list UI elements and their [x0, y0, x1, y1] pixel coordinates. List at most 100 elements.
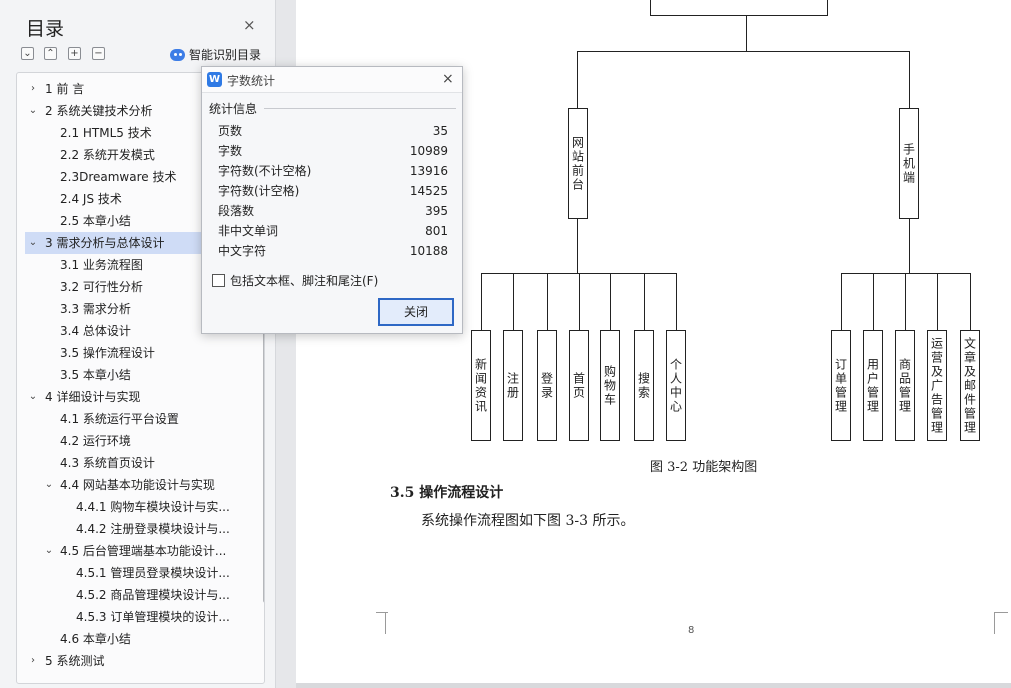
close-button[interactable]: 关闭 — [378, 298, 454, 326]
stat-label: 非中文单词 — [218, 224, 279, 238]
chevron-right-icon[interactable]: › — [27, 78, 39, 100]
toc-item-label: 4.4 网站基本功能设计与实现 — [60, 478, 215, 492]
diagram-leaf-node: 文章及邮件管理 — [960, 330, 980, 441]
diagram-leaf-node: 个人中心 — [666, 330, 686, 441]
toc-item-label: 4 详细设计与实现 — [45, 390, 141, 404]
chevron-down-icon[interactable]: ⌄ — [27, 100, 39, 122]
toc-item-label: 3.3 需求分析 — [60, 302, 131, 316]
toc-item[interactable]: ⌄ 4.4 网站基本功能设计与实现 — [17, 474, 247, 496]
toc-item-label: 3.4 总体设计 — [60, 324, 131, 338]
crop-mark — [994, 612, 1008, 613]
toc-item[interactable]: 4.6 本章小结 — [17, 628, 247, 650]
toc-item[interactable]: 4.4.2 注册登录模块设计与... — [17, 518, 247, 540]
page-number: 8 — [688, 625, 695, 636]
toc-item[interactable]: 4.3 系统首页设计 — [17, 452, 247, 474]
diagram-leaf-node: 商品管理 — [895, 330, 915, 441]
add-icon[interactable]: + — [68, 47, 81, 60]
chevron-down-icon[interactable]: ⌄ — [27, 232, 39, 254]
crop-mark — [374, 612, 386, 634]
toc-close-icon[interactable]: × — [243, 17, 256, 33]
toc-item[interactable]: 4.4.1 购物车模块设计与实... — [17, 496, 247, 518]
chevron-right-icon[interactable]: › — [27, 650, 39, 672]
toc-item-label: 1 前 言 — [45, 82, 85, 96]
stat-row: 字符数(不计空格) 13916 — [218, 161, 448, 181]
stat-row: 字符数(计空格) 14525 — [218, 181, 448, 201]
stat-value: 35 — [432, 124, 448, 138]
stat-row: 中文字符 10188 — [218, 241, 448, 261]
toc-item[interactable]: 4.2 运行环境 — [17, 430, 247, 452]
stat-row: 非中文单词 801 — [218, 221, 448, 241]
toc-item-label: 4.4.2 注册登录模块设计与... — [76, 522, 230, 536]
toc-item[interactable]: ⌄ 4.5 后台管理端基本功能设计... — [17, 540, 247, 562]
stat-label: 页数 — [218, 124, 243, 138]
toc-item-label: 3.2 可行性分析 — [60, 280, 143, 294]
toc-item-label: 4.3 系统首页设计 — [60, 456, 155, 470]
diagram-leaf-node: 搜索 — [634, 330, 654, 441]
figure-caption: 图 3-2 功能架构图 — [650, 460, 758, 475]
dialog-titlebar[interactable]: W 字数统计 × — [202, 67, 462, 93]
toc-item-label: 2.1 HTML5 技术 — [60, 126, 152, 140]
stats-group-label: 统计信息 — [209, 102, 258, 116]
toc-item-label: 4.6 本章小结 — [60, 632, 131, 646]
chevron-down-icon[interactable]: ⌄ — [43, 474, 55, 496]
page-gap — [296, 683, 1011, 688]
toc-item[interactable]: › 5 系统测试 — [17, 650, 247, 672]
stat-value: 13916 — [409, 164, 448, 178]
stat-row: 段落数 395 — [218, 201, 448, 221]
stat-value: 14525 — [409, 184, 448, 198]
toc-item[interactable]: 4.1 系统运行平台设置 — [17, 408, 247, 430]
include-textbox-label[interactable]: 包括文本框、脚注和尾注(F) — [230, 272, 378, 289]
toc-item[interactable]: 4.5.1 管理员登录模块设计... — [17, 562, 247, 584]
toc-item-label: 2.2 系统开发模式 — [60, 148, 155, 162]
section-heading: 3.5 操作流程设计 — [390, 485, 504, 501]
toc-item[interactable]: 3.5 本章小结 — [17, 364, 247, 386]
stat-row: 字数 10989 — [218, 141, 448, 161]
toc-item-label: 4.5.2 商品管理模块设计与... — [76, 588, 230, 602]
stat-label: 段落数 — [218, 204, 255, 218]
expand-icon[interactable]: ⌃ — [44, 47, 57, 60]
include-textbox-checkbox[interactable] — [212, 274, 225, 287]
node-website-frontend: 网站前台 — [568, 108, 588, 219]
diagram-leaf-node: 运营及广告管理 — [927, 330, 947, 441]
wps-app-icon: W — [207, 72, 222, 87]
toc-item[interactable]: ⌄ 4 详细设计与实现 — [17, 386, 247, 408]
stat-label: 字数 — [218, 144, 243, 158]
toc-title: 目录 — [26, 18, 65, 40]
chevron-down-icon[interactable]: ⌄ — [27, 386, 39, 408]
stat-row: 页数 35 — [218, 121, 448, 141]
toc-item-label: 3 需求分析与总体设计 — [45, 236, 165, 250]
dialog-close-icon[interactable]: × — [442, 71, 454, 87]
toc-item[interactable]: 3.5 操作流程设计 — [17, 342, 247, 364]
remove-icon[interactable]: − — [92, 47, 105, 60]
stat-label: 中文字符 — [218, 244, 267, 258]
toc-item-label: 4.5.3 订单管理模块的设计... — [76, 610, 230, 624]
toc-item-label: 4.4.1 购物车模块设计与实... — [76, 500, 230, 514]
diagram-leaf-node: 新闻资讯 — [471, 330, 491, 441]
toc-scrollbar[interactable] — [263, 288, 264, 603]
crop-mark — [376, 612, 388, 613]
toc-item-label: 3.5 本章小结 — [60, 368, 131, 382]
diagram-leaf-node: 首页 — [569, 330, 589, 441]
toc-item-label: 3.1 业务流程图 — [60, 258, 143, 272]
stat-value: 10188 — [409, 244, 448, 258]
stat-label: 字符数(计空格) — [218, 184, 300, 198]
toc-item[interactable]: 4.5.2 商品管理模块设计与... — [17, 584, 247, 606]
word-count-dialog: W 字数统计 × 统计信息 页数 35 字数 10989 字符数(不计空格) 1… — [201, 66, 463, 334]
stat-value: 395 — [425, 204, 448, 218]
toc-item[interactable]: 4.5.3 订单管理模块的设计... — [17, 606, 247, 628]
toc-item-label: 2 系统关键技术分析 — [45, 104, 153, 118]
chevron-down-icon[interactable]: ⌄ — [43, 540, 55, 562]
collapse-all-icon[interactable]: ⌄ — [21, 47, 34, 60]
toc-item-label: 4.5 后台管理端基本功能设计... — [60, 544, 227, 558]
smart-toc-button[interactable]: 智能识别目录 — [170, 46, 261, 63]
diagram-leaf-node: 购物车 — [600, 330, 620, 441]
toc-item-label: 2.3Dreamware 技术 — [60, 170, 177, 184]
dialog-title: 字数统计 — [227, 74, 276, 88]
toc-item-label: 2.5 本章小结 — [60, 214, 131, 228]
ai-assistant-icon — [170, 48, 185, 61]
toc-item-label: 5 系统测试 — [45, 654, 105, 668]
toc-item-label: 4.5.1 管理员登录模块设计... — [76, 566, 230, 580]
diagram-leaf-node: 订单管理 — [831, 330, 851, 441]
smart-toc-label: 智能识别目录 — [189, 48, 262, 62]
toc-item-label: 4.2 运行环境 — [60, 434, 131, 448]
